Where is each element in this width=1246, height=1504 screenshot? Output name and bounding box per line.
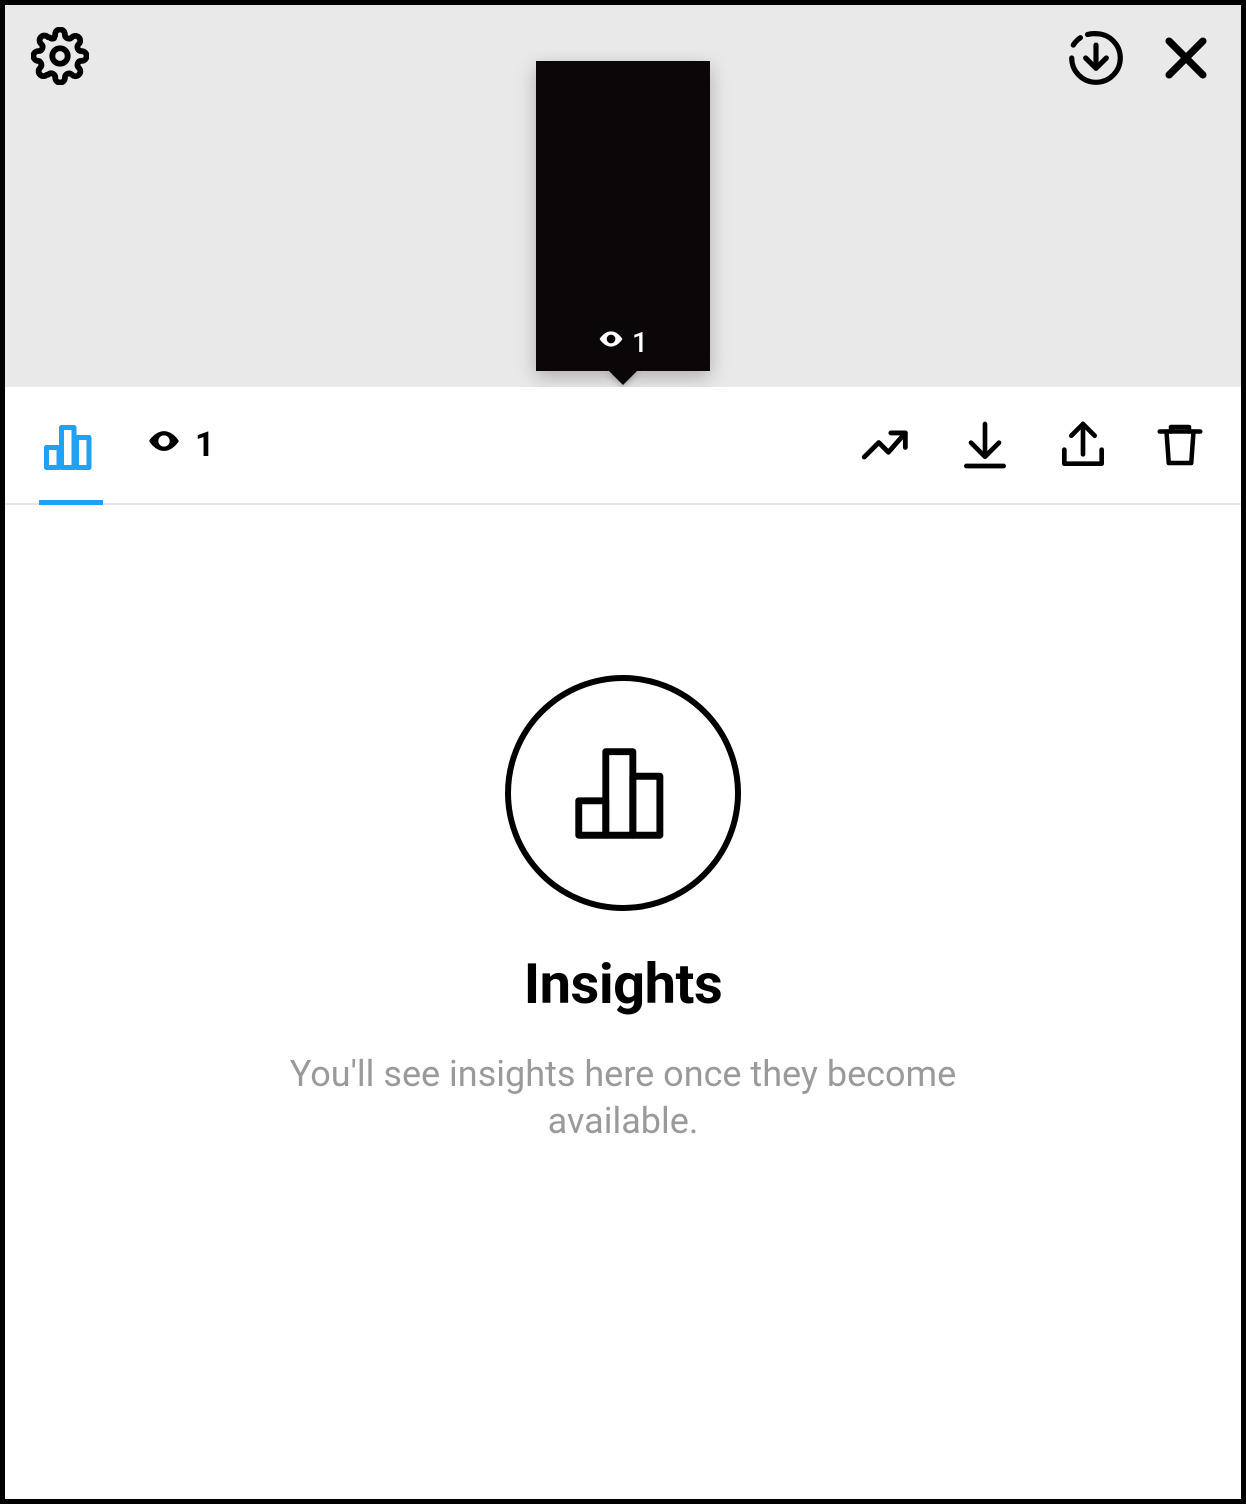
save-story-button[interactable] (1065, 27, 1127, 89)
eye-icon (598, 326, 624, 359)
share-icon (1055, 417, 1111, 473)
insights-hero-icon (505, 675, 741, 911)
download-circle-icon (1065, 27, 1127, 89)
settings-button[interactable] (31, 27, 89, 85)
viewers-count: 1 (195, 425, 215, 465)
download-icon (957, 417, 1013, 473)
close-icon (1157, 29, 1215, 87)
delete-button[interactable] (1153, 418, 1207, 472)
trash-icon (1153, 418, 1207, 472)
download-button[interactable] (957, 417, 1013, 473)
insights-subtext: You'll see insights here once they becom… (253, 1051, 993, 1145)
share-button[interactable] (1055, 417, 1111, 473)
eye-icon (147, 424, 181, 467)
gear-icon (31, 27, 89, 85)
active-tab-indicator (39, 500, 103, 505)
bar-chart-icon (564, 732, 682, 854)
close-button[interactable] (1157, 29, 1215, 87)
insights-empty-state: Insights You'll see insights here once t… (5, 505, 1241, 1145)
bar-chart-icon (39, 415, 99, 475)
story-toolbar: 1 (5, 387, 1241, 505)
viewers-button[interactable]: 1 (147, 424, 215, 467)
insights-heading: Insights (524, 951, 722, 1017)
trend-up-icon (857, 416, 915, 474)
promote-button[interactable] (857, 416, 915, 474)
insights-tab[interactable] (39, 415, 99, 475)
story-thumbnail[interactable]: 1 (536, 61, 710, 371)
story-preview-strip: 1 (5, 5, 1241, 387)
story-thumbnail-views: 1 (598, 326, 648, 359)
selected-indicator (607, 369, 639, 385)
story-views-count: 1 (632, 326, 648, 359)
